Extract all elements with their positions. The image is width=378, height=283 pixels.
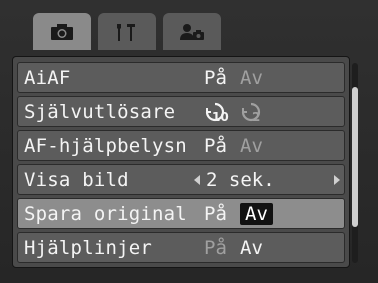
- menu-item-label: AiAF: [24, 66, 71, 89]
- my-menu-icon: [179, 22, 205, 42]
- menu-item-grid-lines[interactable]: Hjälplinjer På Av: [17, 232, 345, 263]
- option-off[interactable]: Av: [240, 237, 263, 259]
- option-on[interactable]: På: [204, 67, 227, 89]
- tools-icon: [114, 22, 140, 42]
- menu-item-self-timer[interactable]: Självutlösare 10 2: [17, 96, 345, 127]
- settings-menu: AiAF På Av Självutlösare 10 2 AF-hjälpbe…: [12, 56, 350, 268]
- tab-my-menu[interactable]: [163, 13, 221, 50]
- option-on[interactable]: På: [204, 203, 227, 225]
- camera-icon: [50, 23, 74, 41]
- tab-setup[interactable]: [98, 13, 156, 50]
- menu-item-label: Visa bild: [24, 168, 129, 191]
- timer-10s-label: 10: [212, 110, 229, 124]
- timer-2s-option[interactable]: 2: [240, 100, 270, 124]
- option-off[interactable]: Av: [240, 67, 263, 89]
- scrollbar-thumb[interactable]: [352, 87, 358, 227]
- timer-10s-icon: 10: [205, 102, 229, 124]
- menu-item-aiaf[interactable]: AiAF På Av: [17, 62, 345, 93]
- option-off[interactable]: Av: [240, 135, 263, 157]
- arrow-right-icon[interactable]: [334, 174, 340, 185]
- timer-2s-icon: 2: [241, 102, 260, 124]
- tab-bar: [0, 0, 378, 52]
- menu-item-label: AF-hjälpbelysn: [24, 134, 187, 157]
- menu-item-review[interactable]: Visa bild 2 sek.: [17, 164, 345, 195]
- menu-item-label: Självutlösare: [24, 100, 176, 123]
- menu-item-save-original[interactable]: Spara original På Av: [17, 198, 345, 229]
- scrollbar[interactable]: [352, 63, 358, 263]
- option-on[interactable]: På: [204, 135, 227, 157]
- menu-item-af-assist[interactable]: AF-hjälpbelysn På Av: [17, 130, 345, 161]
- arrow-left-icon[interactable]: [194, 174, 200, 185]
- menu-item-label: Hjälplinjer: [24, 236, 153, 259]
- timer-10s-option[interactable]: 10: [204, 100, 234, 124]
- option-off-selected[interactable]: Av: [240, 202, 273, 225]
- camera-menu-screen: AiAF På Av Självutlösare 10 2 AF-hjälpbe…: [0, 0, 378, 283]
- review-value: 2 sek.: [206, 168, 275, 191]
- timer-2s-label: 2: [252, 110, 260, 124]
- tab-shooting[interactable]: [33, 13, 91, 50]
- option-on[interactable]: På: [204, 237, 227, 259]
- menu-item-label: Spara original: [24, 202, 187, 225]
